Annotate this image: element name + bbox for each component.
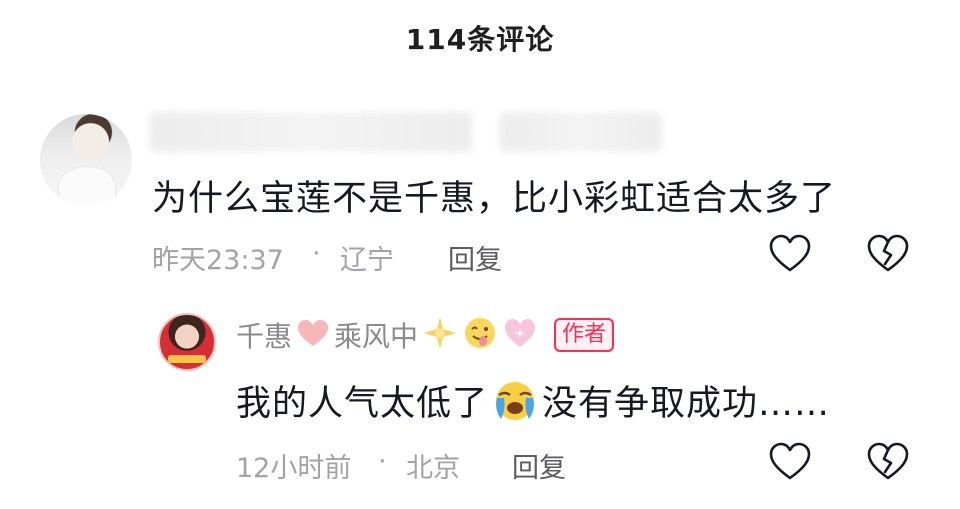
comments-count-title: 114条评论 bbox=[405, 23, 555, 56]
reply-time: 12小时前 bbox=[236, 453, 352, 484]
dislike-icon[interactable] bbox=[866, 234, 910, 274]
reply-text-part2: 没有争取成功…… bbox=[542, 384, 831, 424]
sparkling-heart-icon bbox=[502, 316, 538, 354]
author-avatar[interactable] bbox=[158, 313, 216, 371]
star-icon bbox=[422, 315, 458, 355]
blurred-username bbox=[150, 112, 472, 152]
comment-text: 为什么宝莲不是千惠，比小彩虹适合太多了 bbox=[152, 179, 837, 219]
comment-time: 昨天23:37 bbox=[152, 245, 284, 276]
reply-button[interactable]: 回复 bbox=[448, 238, 502, 277]
reply-text-part1: 我的人气太低了 bbox=[236, 384, 489, 424]
author-name-part2[interactable]: 乘风中 bbox=[334, 315, 418, 355]
pink-heart-icon bbox=[296, 318, 330, 352]
meta-separator: · bbox=[312, 238, 321, 269]
blurred-username-tail bbox=[500, 112, 662, 152]
crying-face-icon bbox=[490, 379, 540, 423]
author-badge: 作者 bbox=[554, 318, 615, 352]
author-name-part1[interactable]: 千惠 bbox=[236, 315, 292, 355]
commenter-avatar[interactable] bbox=[40, 114, 132, 206]
reply-reply-button[interactable]: 回复 bbox=[512, 446, 566, 485]
reply-author-row: 千惠 乘风中 作者 bbox=[236, 315, 615, 355]
reply-meta-separator: · bbox=[378, 446, 387, 477]
reply-location: 北京 bbox=[406, 453, 460, 484]
reply-like-icon[interactable] bbox=[768, 442, 812, 482]
tongue-face-icon bbox=[462, 315, 498, 355]
reply-text: 我的人气太低了 没有争取成功…… bbox=[236, 375, 830, 426]
like-icon[interactable] bbox=[768, 234, 812, 274]
comment-location: 辽宁 bbox=[340, 245, 394, 276]
reply-dislike-icon[interactable] bbox=[866, 442, 910, 482]
